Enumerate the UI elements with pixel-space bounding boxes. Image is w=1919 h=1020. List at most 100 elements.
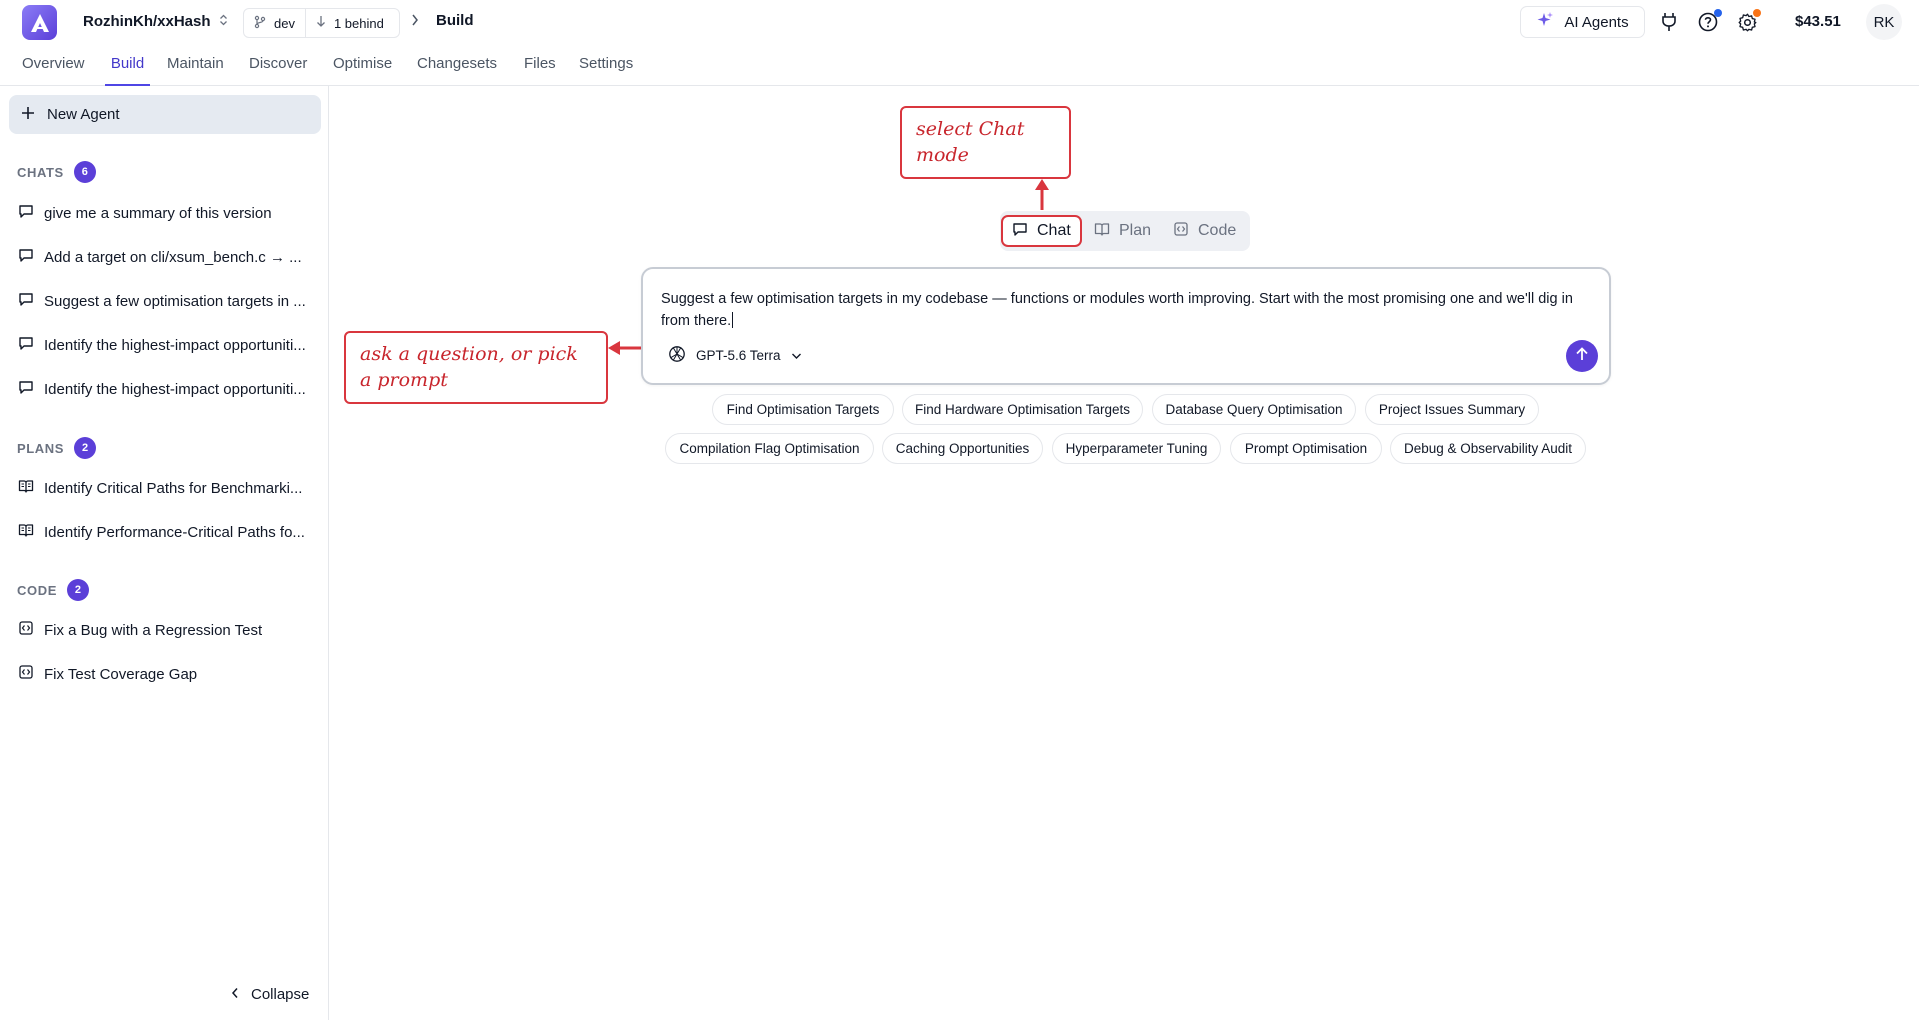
mode-chat-label: Chat [1037, 222, 1071, 239]
chat-item[interactable]: Identify the highest-impact opportuniti.… [18, 331, 316, 359]
prompt-chip[interactable]: Find Hardware Optimisation Targets [902, 394, 1143, 425]
breadcrumb-current: Build [436, 12, 474, 29]
branch-selector[interactable]: dev [244, 9, 305, 37]
mode-chat-button[interactable]: Chat [1001, 215, 1082, 247]
plans-section-header: PLANS 2 [17, 437, 97, 459]
app-logo[interactable] [22, 5, 57, 40]
prompt-chip[interactable]: Prompt Optimisation [1230, 433, 1382, 464]
collapse-sidebar-button[interactable]: Collapse [231, 986, 309, 1003]
chevron-left-icon [231, 986, 239, 1003]
main-nav-tabs: Overview Build Maintain Discover Optimis… [0, 44, 1919, 86]
mode-code-label: Code [1198, 222, 1237, 239]
annotation-arrow-up [1035, 179, 1049, 210]
behind-status[interactable]: 1 behind [304, 9, 394, 37]
chat-bubble-icon [1012, 221, 1028, 242]
text-caret [732, 312, 734, 328]
tab-changesets[interactable]: Changesets [417, 55, 497, 86]
arrow-down-icon [316, 15, 326, 31]
chat-item[interactable]: Add a target on cli/xsum_bench.c → ... [18, 243, 316, 271]
code-count-badge: 2 [66, 579, 89, 601]
chat-item[interactable]: Identify the highest-impact opportuniti.… [18, 375, 316, 403]
notification-dot [1753, 9, 1761, 17]
new-agent-label: New Agent [47, 106, 120, 123]
mode-plan-button[interactable]: Plan [1085, 215, 1160, 247]
git-branch-icon [254, 15, 266, 32]
plug-icon[interactable] [1658, 11, 1680, 33]
book-open-icon [18, 522, 34, 542]
code-item-label: Fix a Bug with a Regression Test [44, 621, 263, 639]
chat-bubble-icon [18, 291, 34, 311]
new-agent-button[interactable]: New Agent [9, 95, 321, 134]
tab-optimise[interactable]: Optimise [333, 55, 392, 86]
chats-count-badge: 6 [73, 161, 96, 183]
code-section-header: CODE 2 [17, 579, 89, 601]
tab-settings[interactable]: Settings [579, 55, 633, 86]
prompt-chip[interactable]: Database Query Optimisation [1152, 394, 1356, 425]
sparkle-icon [1536, 11, 1554, 33]
notification-dot [1714, 9, 1722, 17]
mode-plan-label: Plan [1119, 222, 1152, 239]
chat-composer[interactable]: Suggest a few optimisation targets in my… [641, 267, 1611, 385]
prompt-chip[interactable]: Hyperparameter Tuning [1052, 433, 1221, 464]
message-input-value: Suggest a few optimisation targets in my… [661, 291, 1573, 329]
model-selector[interactable]: GPT-5.6 Terra [668, 345, 802, 366]
chats-section-header: CHATS 6 [17, 161, 96, 183]
book-open-icon [18, 478, 34, 498]
message-input[interactable]: Suggest a few optimisation targets in my… [661, 288, 1591, 332]
prompt-chip[interactable]: Compilation Flag Optimisation [665, 433, 874, 464]
chat-bubble-icon [18, 247, 34, 267]
avatar-initials: RK [1873, 13, 1895, 31]
plus-icon [21, 106, 35, 124]
chat-item-label: Identify the highest-impact opportuniti.… [44, 336, 306, 354]
avatar[interactable]: RK [1866, 4, 1902, 40]
code-square-icon [18, 664, 34, 684]
logo-icon [30, 13, 49, 32]
chat-item[interactable]: give me a summary of this version [18, 199, 316, 227]
code-heading: CODE [17, 582, 57, 598]
book-open-icon [1094, 221, 1110, 242]
sidebar: New Agent CHATS 6 give me a summary of t… [0, 86, 329, 1020]
tab-discover[interactable]: Discover [249, 55, 307, 86]
chat-item-label: Identify the highest-impact opportuniti.… [44, 380, 306, 398]
plan-item[interactable]: Identify Performance-Critical Paths fo..… [18, 518, 316, 546]
mode-code-button[interactable]: Code [1164, 215, 1245, 247]
top-bar: RozhinKh/xxHash dev 1 behind Build AI Ag… [0, 0, 1919, 44]
plan-item[interactable]: Identify Critical Paths for Benchmarki..… [18, 474, 316, 502]
repo-name: RozhinKh/xxHash [83, 13, 211, 30]
chat-item-label: Add a target on cli/xsum_bench.c → ... [44, 248, 302, 266]
help-icon[interactable] [1697, 9, 1722, 33]
send-button[interactable] [1566, 340, 1598, 372]
plans-count-badge: 2 [74, 437, 97, 459]
annotation-mode-note: select Chat mode [900, 106, 1071, 179]
plan-item-label: Identify Critical Paths for Benchmarki..… [44, 479, 303, 497]
tab-build[interactable]: Build [105, 55, 150, 86]
prompt-chip[interactable]: Project Issues Summary [1365, 394, 1539, 425]
code-item-label: Fix Test Coverage Gap [44, 665, 198, 683]
code-square-icon [1173, 221, 1189, 242]
collapse-label: Collapse [251, 986, 310, 1003]
chat-item[interactable]: Suggest a few optimisation targets in ..… [18, 287, 316, 315]
model-name: GPT-5.6 Terra [696, 348, 781, 363]
annotation-mode-text: select Chat mode [916, 118, 1025, 166]
branch-name: dev [274, 15, 295, 31]
ai-agents-button[interactable]: AI Agents [1520, 6, 1645, 38]
branch-status: dev 1 behind [243, 8, 400, 38]
ai-agents-label: AI Agents [1564, 13, 1629, 31]
gear-icon[interactable] [1736, 9, 1761, 33]
chevron-right-icon [411, 13, 419, 32]
annotation-prompt-note: ask a question, or pick a prompt [344, 331, 608, 404]
prompt-chip[interactable]: Debug & Observability Audit [1390, 433, 1586, 464]
plan-item-label: Identify Performance-Critical Paths fo..… [44, 523, 305, 541]
prompt-chip[interactable]: Caching Opportunities [882, 433, 1043, 464]
behind-count: 1 behind [333, 15, 384, 31]
tab-maintain[interactable]: Maintain [167, 55, 224, 86]
code-square-icon [18, 620, 34, 640]
repo-selector[interactable]: RozhinKh/xxHash [83, 13, 228, 30]
tab-files[interactable]: Files [524, 55, 556, 86]
chat-bubble-icon [18, 379, 34, 399]
tab-overview[interactable]: Overview [22, 55, 85, 86]
code-item[interactable]: Fix Test Coverage Gap [18, 660, 316, 688]
chat-bubble-icon [18, 335, 34, 355]
code-item[interactable]: Fix a Bug with a Regression Test [18, 616, 316, 644]
prompt-chip[interactable]: Find Optimisation Targets [712, 394, 894, 425]
